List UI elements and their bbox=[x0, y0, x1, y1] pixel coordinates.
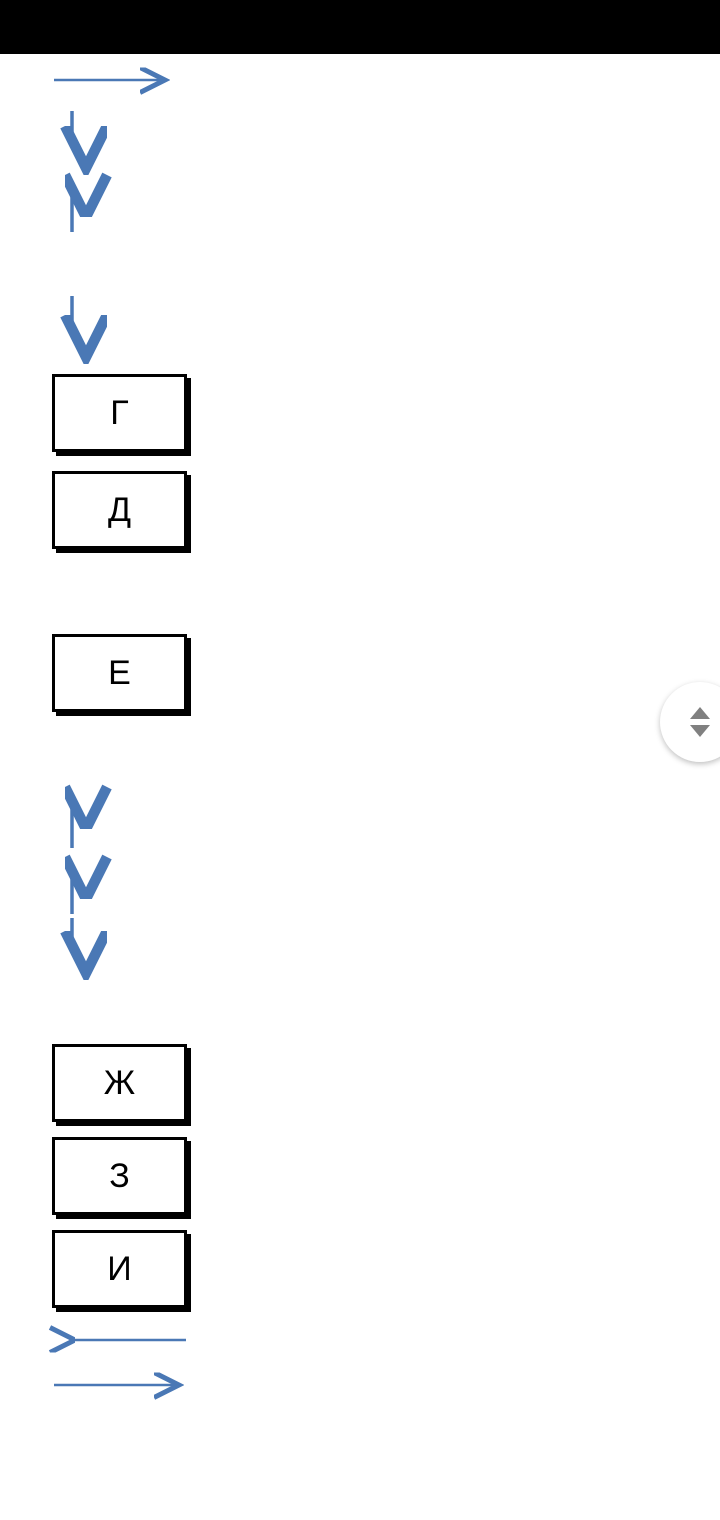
box-e: Е bbox=[52, 634, 187, 712]
box-label: Ж bbox=[104, 1064, 135, 1103]
arrow-down-icon bbox=[60, 916, 84, 964]
box-label: Е bbox=[108, 654, 131, 693]
box-zh: Ж bbox=[52, 1044, 187, 1122]
box-label: Д bbox=[108, 491, 131, 530]
chevron-up-icon bbox=[690, 707, 710, 719]
chevron-down-icon bbox=[690, 725, 710, 737]
arrow-right-icon bbox=[52, 72, 170, 88]
box-label: З bbox=[109, 1157, 130, 1196]
arrow-right-icon bbox=[52, 1377, 187, 1393]
box-z: З bbox=[52, 1137, 187, 1215]
box-label: И bbox=[107, 1250, 131, 1289]
arrow-up-icon bbox=[60, 796, 84, 851]
box-label: Г bbox=[110, 394, 128, 433]
arrow-up-icon bbox=[60, 866, 84, 916]
status-bar bbox=[0, 0, 720, 54]
arrow-down-icon bbox=[60, 109, 84, 159]
box-g: Г bbox=[52, 374, 187, 452]
box-d: Д bbox=[52, 471, 187, 549]
arrow-left-icon bbox=[58, 1332, 188, 1348]
box-i: И bbox=[52, 1230, 187, 1308]
arrow-down-icon bbox=[60, 294, 84, 349]
diagram-canvas: Г Д Е Ж З И bbox=[0, 54, 720, 1520]
scroll-handle-button[interactable] bbox=[660, 682, 720, 762]
arrow-up-icon bbox=[60, 184, 84, 234]
